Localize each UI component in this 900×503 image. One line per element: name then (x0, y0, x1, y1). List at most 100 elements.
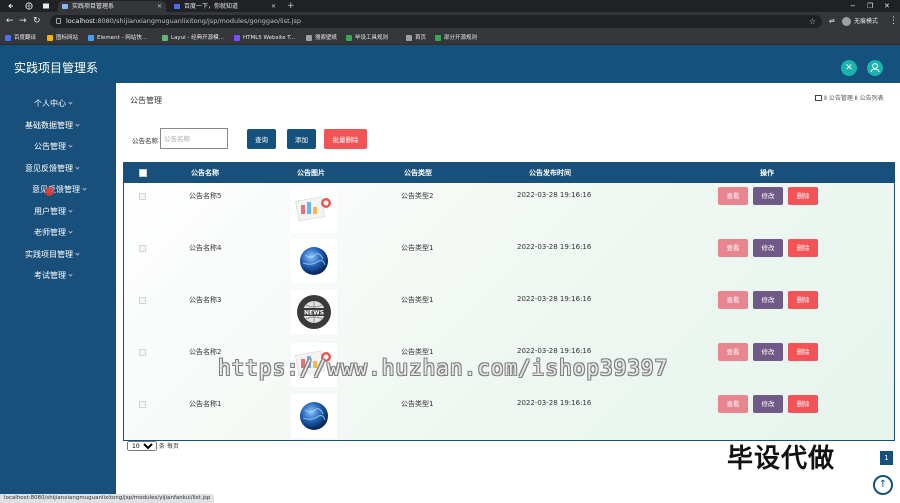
cell-type: 公告类型2 (401, 192, 434, 200)
tab-close-icon[interactable]: ✕ (271, 1, 276, 12)
view-button[interactable]: 查看 (718, 187, 748, 205)
restore-icon[interactable]: ❐ (867, 0, 873, 12)
sidebar-item-users[interactable]: 用户管理 (0, 205, 116, 219)
cell-type: 公告类型1 (401, 244, 434, 252)
table-row: 公告名称1 公告类型1 2022-03-28 19:16:16 查看 修改 删除 (124, 391, 894, 440)
view-button[interactable]: 查看 (718, 395, 748, 413)
cell-name: 公告名称4 (189, 244, 222, 252)
bookmark-item[interactable]: 首页 (406, 31, 426, 45)
cell-time: 2022-03-28 19:16:16 (517, 347, 592, 355)
chart-document-image[interactable] (291, 189, 337, 233)
batch-delete-button[interactable]: 批量删除 (324, 129, 367, 149)
globe-image[interactable] (291, 394, 337, 438)
bookmark-item[interactable]: Element - 网站快... (88, 31, 147, 45)
incognito-profile[interactable]: 无痕模式 (842, 15, 878, 28)
globe-image[interactable] (291, 239, 337, 283)
bookmark-item[interactable]: 百度翻译 (5, 31, 36, 45)
sidebar-item-base-data[interactable]: 基础数据管理 (0, 119, 116, 133)
column-header-time: 公告发布时间 (529, 169, 571, 177)
reload-icon[interactable]: ↻ (33, 16, 41, 26)
row-checkbox[interactable] (139, 193, 146, 200)
tab-baidu[interactable]: 百度一下，你就知道 ✕ (170, 1, 280, 12)
delete-button[interactable]: 删除 (788, 187, 818, 205)
delete-button[interactable]: 删除 (788, 395, 818, 413)
breadcrumb: Ⅱ 公告管理 Ⅱ 公告列表 (815, 94, 884, 103)
delete-button[interactable]: 删除 (788, 291, 818, 309)
sidebar-item-label: 意见反馈管理 (32, 185, 80, 194)
url-field[interactable]: localhost:8080/shijianxiangmuguanlixiton… (50, 15, 822, 28)
address-bar: ← → ↻ localhost:8080/shijianxiangmuguanl… (0, 12, 900, 31)
home-icon[interactable] (815, 95, 822, 101)
chevron-down-icon (68, 272, 73, 277)
back-arrow-icon[interactable] (7, 2, 15, 10)
chevron-down-icon (75, 251, 80, 256)
mouse-cursor (45, 187, 54, 196)
sidebar-item-profile[interactable]: 个人中心 (0, 97, 116, 111)
promo-banner-text: 毕设代做 (727, 444, 836, 474)
delete-button[interactable]: 删除 (788, 343, 818, 361)
cell-name: 公告名称3 (189, 296, 222, 304)
row-checkbox[interactable] (139, 245, 146, 252)
page-number-current[interactable]: 1 (880, 451, 893, 465)
sidebar-item-label: 老师管理 (34, 228, 66, 237)
edit-button[interactable]: 修改 (753, 343, 783, 361)
tab-favicon-icon (62, 4, 68, 9)
bookmark-item[interactable]: 部分开源规则 (435, 31, 477, 45)
profile-label: 无痕模式 (854, 18, 879, 25)
table-row: 公告名称5 公告类型2 2022-03-28 19:16:16 查看 修改 删除 (124, 183, 894, 235)
news-globe-image[interactable]: NEWS (291, 290, 337, 334)
bookmarks-bar: 百度翻译 图标网站 Element - 网站快... Layui - 经典开源模… (0, 31, 900, 45)
bookmark-item[interactable]: Layui - 经典开源模... (162, 31, 224, 45)
delete-button[interactable]: 删除 (788, 239, 818, 257)
app-title: 实践项目管理系 (14, 61, 99, 75)
view-button[interactable]: 查看 (718, 239, 748, 257)
sidebar-item-announcement[interactable]: 公告管理 (0, 140, 116, 154)
edit-button[interactable]: 修改 (753, 187, 783, 205)
view-button[interactable]: 查看 (718, 291, 748, 309)
bookmark-star-icon[interactable]: ☆ (809, 15, 816, 28)
forward-icon[interactable]: → (19, 16, 27, 26)
chevron-down-icon (68, 208, 73, 213)
select-all-checkbox[interactable] (139, 169, 147, 177)
edit-button[interactable]: 修改 (753, 291, 783, 309)
menu-kebab-icon[interactable]: ⋮ (889, 16, 898, 26)
view-button[interactable]: 查看 (718, 343, 748, 361)
column-header-type: 公告类型 (404, 169, 432, 177)
bookmark-item[interactable]: 搜索壁纸 (306, 31, 337, 45)
user-icon[interactable] (867, 60, 883, 76)
sidebar-item-feedback[interactable]: 意见反馈管理 (0, 162, 116, 176)
page-size-select[interactable]: 10 (127, 441, 157, 451)
bookmark-item[interactable]: 图标网站 (47, 31, 78, 45)
window-close-icon[interactable]: ✕ (884, 0, 890, 12)
tab-app[interactable]: 实践项目管理系 ✕ (58, 1, 166, 12)
query-button[interactable]: 查询 (247, 129, 276, 149)
scroll-to-top-icon[interactable]: ↑ (873, 475, 893, 495)
cell-name: 公告名称5 (189, 192, 222, 200)
bookmark-icon (47, 35, 53, 41)
row-checkbox[interactable] (139, 349, 146, 356)
edit-button[interactable]: 修改 (753, 395, 783, 413)
new-tab-icon[interactable]: + (287, 0, 295, 12)
chevron-down-icon (68, 229, 73, 234)
back-icon[interactable]: ← (6, 16, 14, 26)
sidebar-item-exams[interactable]: 考试管理 (0, 269, 116, 283)
row-checkbox[interactable] (139, 401, 146, 408)
tab-favicon-icon (174, 4, 180, 9)
info-icon[interactable] (56, 18, 61, 24)
chevron-down-icon (68, 100, 73, 105)
edit-button[interactable]: 修改 (753, 239, 783, 257)
tools-icon[interactable]: ✕ (841, 60, 857, 76)
minimize-icon[interactable]: − (850, 0, 856, 12)
tab-search-icon[interactable]: ⇌ (829, 16, 835, 26)
row-checkbox[interactable] (139, 297, 146, 304)
bookmark-item[interactable]: HTML5 Website T... (234, 31, 295, 45)
tab-close-icon[interactable]: ✕ (157, 1, 162, 12)
url-host: localhost (66, 17, 96, 25)
sidebar-item-feedback-hovered[interactable]: 意见反馈管理 (0, 183, 116, 197)
table-row: 公告名称3 NEWS 公告类型1 2022-03-28 19:16:16 查看 … (124, 287, 894, 339)
add-button[interactable]: 添加 (287, 129, 316, 149)
sidebar-item-teachers[interactable]: 老师管理 (0, 226, 116, 240)
search-input[interactable] (160, 128, 228, 149)
bookmark-item[interactable]: 毕设工具规则 (346, 31, 388, 45)
sidebar-item-projects[interactable]: 实践项目管理 (0, 248, 116, 262)
